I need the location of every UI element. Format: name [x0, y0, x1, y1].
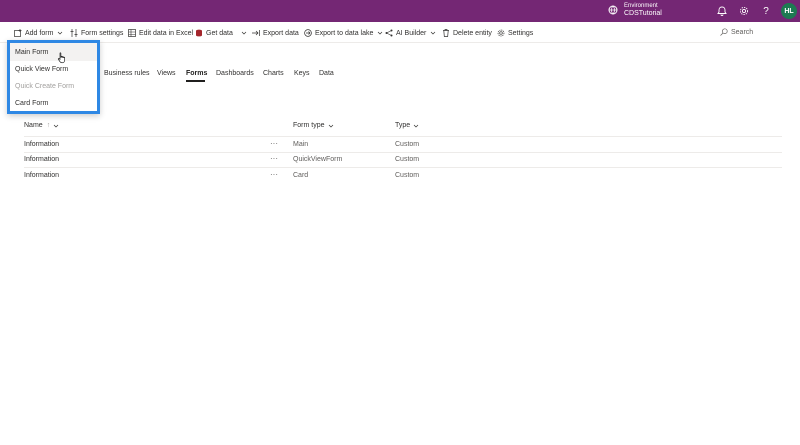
column-form-type-label: Form type — [293, 122, 325, 129]
app-header: Environment CDSTutorial ? HL — [0, 0, 800, 22]
add-form-button[interactable]: Add form — [14, 28, 63, 38]
row-more-options[interactable]: ··· — [270, 170, 278, 179]
get-data-button[interactable]: Get data — [195, 28, 247, 38]
header-divider — [24, 136, 782, 137]
search-box[interactable]: Search — [720, 28, 753, 36]
menu-item-card-form[interactable]: Card Form — [15, 100, 48, 107]
chevron-down-icon — [53, 124, 59, 127]
environment-picker[interactable]: Environment CDSTutorial — [608, 2, 662, 18]
chevron-down-icon — [328, 124, 333, 127]
row-divider — [24, 167, 782, 168]
export-arrow-icon — [252, 30, 260, 36]
get-data-label: Get data — [206, 29, 233, 37]
row-form-type: QuickViewForm — [293, 156, 343, 163]
row-more-options[interactable]: ··· — [270, 154, 278, 163]
menu-item-main-form[interactable]: Main Form — [15, 49, 48, 56]
menu-item-quick-create-form: Quick Create Form — [15, 83, 75, 90]
environment-icon — [608, 5, 618, 15]
search-placeholder: Search — [731, 28, 754, 36]
active-tab-indicator — [186, 80, 205, 82]
form-settings-button[interactable]: Form settings — [70, 28, 123, 38]
column-type-label: Type — [395, 122, 411, 129]
user-avatar[interactable]: HL — [781, 3, 797, 19]
tab-dashboards[interactable]: Dashboards — [216, 70, 254, 77]
export-data-button[interactable]: Export data — [252, 28, 299, 38]
row-type: Custom — [395, 156, 420, 163]
add-form-icon — [14, 29, 22, 37]
ai-builder-icon — [385, 29, 393, 37]
menu-item-quick-view-form[interactable]: Quick View Form — [15, 66, 68, 73]
search-icon — [720, 28, 728, 36]
trash-icon — [443, 29, 449, 37]
row-form-type: Main — [293, 141, 309, 148]
ai-builder-button[interactable]: AI Builder — [385, 28, 436, 38]
edit-excel-label: Edit data in Excel — [139, 29, 194, 37]
tab-forms[interactable]: Forms — [186, 70, 207, 77]
chevron-down-icon — [378, 31, 383, 35]
excel-icon — [128, 29, 136, 37]
row-more-options[interactable]: ··· — [270, 139, 278, 148]
chevron-down-icon — [241, 31, 247, 35]
settings-label: Settings — [508, 29, 534, 37]
add-form-label: Add form — [25, 29, 54, 37]
export-lake-label: Export to data lake — [315, 29, 374, 37]
row-name[interactable]: Information — [24, 172, 59, 179]
tab-views[interactable]: Views — [157, 70, 176, 77]
chevron-down-icon — [58, 31, 63, 35]
tab-data[interactable]: Data — [319, 70, 334, 77]
column-header-type[interactable]: Type — [395, 122, 419, 129]
export-lake-button[interactable]: Export to data lake — [304, 28, 383, 38]
row-name[interactable]: Information — [24, 141, 59, 148]
command-bar: Add form Form settings Edit data in Exce… — [0, 22, 800, 43]
form-settings-icon — [70, 29, 78, 37]
delete-entity-button[interactable]: Delete entity — [442, 28, 492, 38]
notifications-icon[interactable] — [716, 5, 728, 17]
row-type: Custom — [395, 141, 420, 148]
form-settings-label: Form settings — [81, 29, 124, 37]
row-name[interactable]: Information — [24, 156, 59, 163]
chevron-down-icon — [413, 124, 419, 127]
sort-ascending-icon: ↑ — [46, 122, 51, 129]
column-header-name[interactable]: Name ↑ — [24, 122, 59, 129]
row-type: Custom — [395, 172, 420, 179]
column-header-form-type[interactable]: Form type — [293, 122, 334, 129]
tab-charts[interactable]: Charts — [263, 70, 284, 77]
tab-business-rules[interactable]: Business rules — [104, 70, 150, 77]
settings-gear-icon[interactable] — [738, 5, 750, 17]
help-icon[interactable]: ? — [760, 5, 772, 17]
delete-entity-label: Delete entity — [453, 29, 492, 37]
row-divider — [24, 152, 782, 153]
settings-button[interactable]: Settings — [497, 28, 533, 38]
add-form-dropdown-menu: Main Form Quick View Form Quick Create F… — [7, 40, 100, 114]
environment-name: CDSTutorial — [624, 10, 662, 17]
export-data-label: Export data — [263, 29, 299, 37]
edit-excel-button[interactable]: Edit data in Excel — [128, 28, 193, 38]
export-lake-icon — [304, 29, 312, 37]
ai-builder-label: AI Builder — [396, 29, 427, 37]
chevron-down-icon — [431, 31, 436, 35]
hand-pointer-cursor-icon — [57, 52, 65, 64]
column-name-label: Name — [24, 122, 43, 129]
tab-keys[interactable]: Keys — [294, 70, 310, 77]
gear-icon — [497, 29, 505, 37]
row-form-type: Card — [293, 172, 309, 179]
database-icon — [196, 29, 202, 37]
environment-label: Environment — [624, 3, 658, 9]
